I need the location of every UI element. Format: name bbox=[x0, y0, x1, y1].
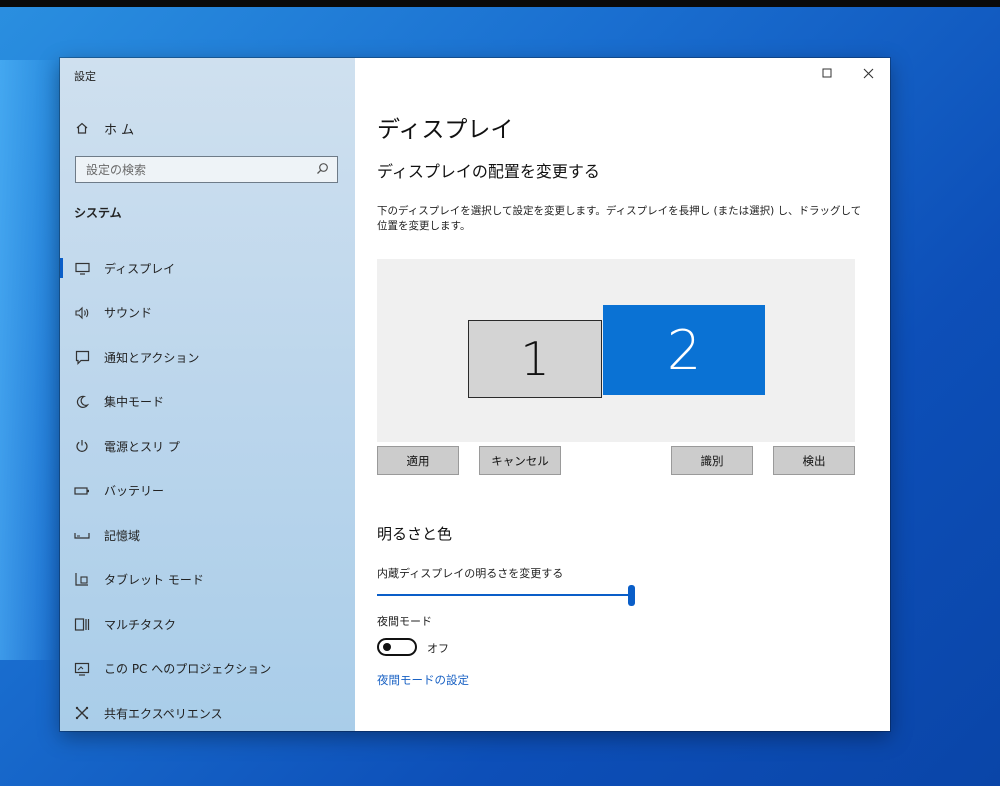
sidebar-item-projection[interactable]: この PC へのプロジェクション bbox=[60, 647, 355, 692]
moon-icon bbox=[74, 394, 90, 410]
storage-icon bbox=[74, 527, 90, 543]
home-label: ホ ム bbox=[104, 122, 135, 138]
sidebar-item-focus[interactable]: 集中モード bbox=[60, 380, 355, 425]
sidebar-item-label: 通知とアクション bbox=[104, 350, 200, 365]
sidebar: 設定 ホ ム システム ディスプレイ サウンド bbox=[60, 58, 355, 731]
search-box[interactable] bbox=[75, 156, 338, 183]
cancel-button[interactable]: キャンセル bbox=[479, 446, 561, 475]
sidebar-item-label: 電源とスリ プ bbox=[104, 439, 180, 454]
sidebar-item-multitasking[interactable]: マルチタスク bbox=[60, 602, 355, 647]
monitor-icon bbox=[74, 260, 90, 276]
display-arrangement-area[interactable]: 1 2 bbox=[377, 259, 855, 442]
monitor-2[interactable]: 2 bbox=[603, 305, 765, 395]
sidebar-item-storage[interactable]: 記憶域 bbox=[60, 513, 355, 558]
shared-experience-icon bbox=[74, 705, 90, 721]
maximize-button[interactable] bbox=[812, 64, 842, 82]
sidebar-item-shared-experiences[interactable]: 共有エクスペリエンス bbox=[60, 691, 355, 736]
brightness-label: 内蔵ディスプレイの明るさを変更する bbox=[377, 567, 564, 580]
sidebar-item-display[interactable]: ディスプレイ bbox=[60, 246, 355, 291]
arrange-heading: ディスプレイの配置を変更する bbox=[377, 162, 600, 181]
notification-icon bbox=[74, 349, 90, 365]
home-icon bbox=[74, 120, 90, 136]
sidebar-item-sound[interactable]: サウンド bbox=[60, 291, 355, 336]
desktop-background-glow bbox=[0, 60, 60, 660]
sidebar-item-label: 集中モード bbox=[104, 395, 165, 410]
sidebar-item-label: バッテリー bbox=[104, 484, 165, 499]
toggle-knob bbox=[383, 643, 391, 651]
speaker-icon bbox=[74, 305, 90, 321]
screen-top-bar bbox=[0, 0, 1000, 7]
sidebar-item-label: 共有エクスペリエンス bbox=[104, 706, 223, 721]
multitask-icon bbox=[74, 616, 90, 632]
search-input[interactable] bbox=[84, 161, 316, 178]
sidebar-item-power[interactable]: 電源とスリ プ bbox=[60, 424, 355, 469]
close-button[interactable] bbox=[853, 64, 883, 82]
battery-icon bbox=[74, 483, 90, 499]
sidebar-item-notifications[interactable]: 通知とアクション bbox=[60, 335, 355, 380]
tablet-mode-icon bbox=[74, 572, 90, 588]
monitor-1[interactable]: 1 bbox=[468, 320, 602, 398]
brightness-slider-thumb[interactable] bbox=[628, 585, 635, 606]
sidebar-item-tablet-mode[interactable]: タブレット モード bbox=[60, 558, 355, 603]
night-light-state: オフ bbox=[427, 642, 449, 655]
content-pane: ディスプレイ ディスプレイの配置を変更する 下のディスプレイを選択して設定を変更… bbox=[355, 58, 890, 731]
arrange-description: 下のディスプレイを選択して設定を変更します。ディスプレイを長押し (または選択)… bbox=[377, 205, 862, 232]
sidebar-item-label: マルチタスク bbox=[104, 617, 177, 632]
detect-button[interactable]: 検出 bbox=[773, 446, 855, 475]
sidebar-item-label: タブレット モード bbox=[104, 573, 204, 588]
projection-icon bbox=[74, 661, 90, 677]
brightness-slider-track[interactable] bbox=[377, 594, 630, 596]
night-light-toggle[interactable] bbox=[377, 638, 417, 656]
sidebar-item-label: サウンド bbox=[104, 306, 153, 321]
sidebar-item-battery[interactable]: バッテリー bbox=[60, 469, 355, 514]
brightness-heading: 明るさと色 bbox=[377, 525, 453, 543]
night-light-label: 夜間モード bbox=[377, 615, 432, 628]
sidebar-nav: ディスプレイ サウンド 通知とアクション 集中モード 電源とスリ プ バッテリー bbox=[60, 246, 355, 736]
page-title: ディスプレイ bbox=[377, 117, 514, 143]
search-icon[interactable] bbox=[316, 160, 329, 179]
home-link[interactable]: ホ ム bbox=[74, 118, 134, 138]
identify-button[interactable]: 識別 bbox=[671, 446, 753, 475]
sidebar-item-label: この PC へのプロジェクション bbox=[104, 662, 272, 677]
night-light-settings-link[interactable]: 夜間モードの設定 bbox=[377, 672, 469, 688]
sidebar-item-label: 記憶域 bbox=[104, 528, 141, 543]
power-icon bbox=[74, 438, 90, 454]
apply-button[interactable]: 適用 bbox=[377, 446, 459, 475]
window-title: 設定 bbox=[74, 70, 96, 83]
settings-window: 設定 ホ ム システム ディスプレイ サウンド bbox=[60, 58, 890, 731]
section-label-system: システム bbox=[74, 206, 122, 220]
sidebar-item-label: ディスプレイ bbox=[104, 261, 176, 276]
